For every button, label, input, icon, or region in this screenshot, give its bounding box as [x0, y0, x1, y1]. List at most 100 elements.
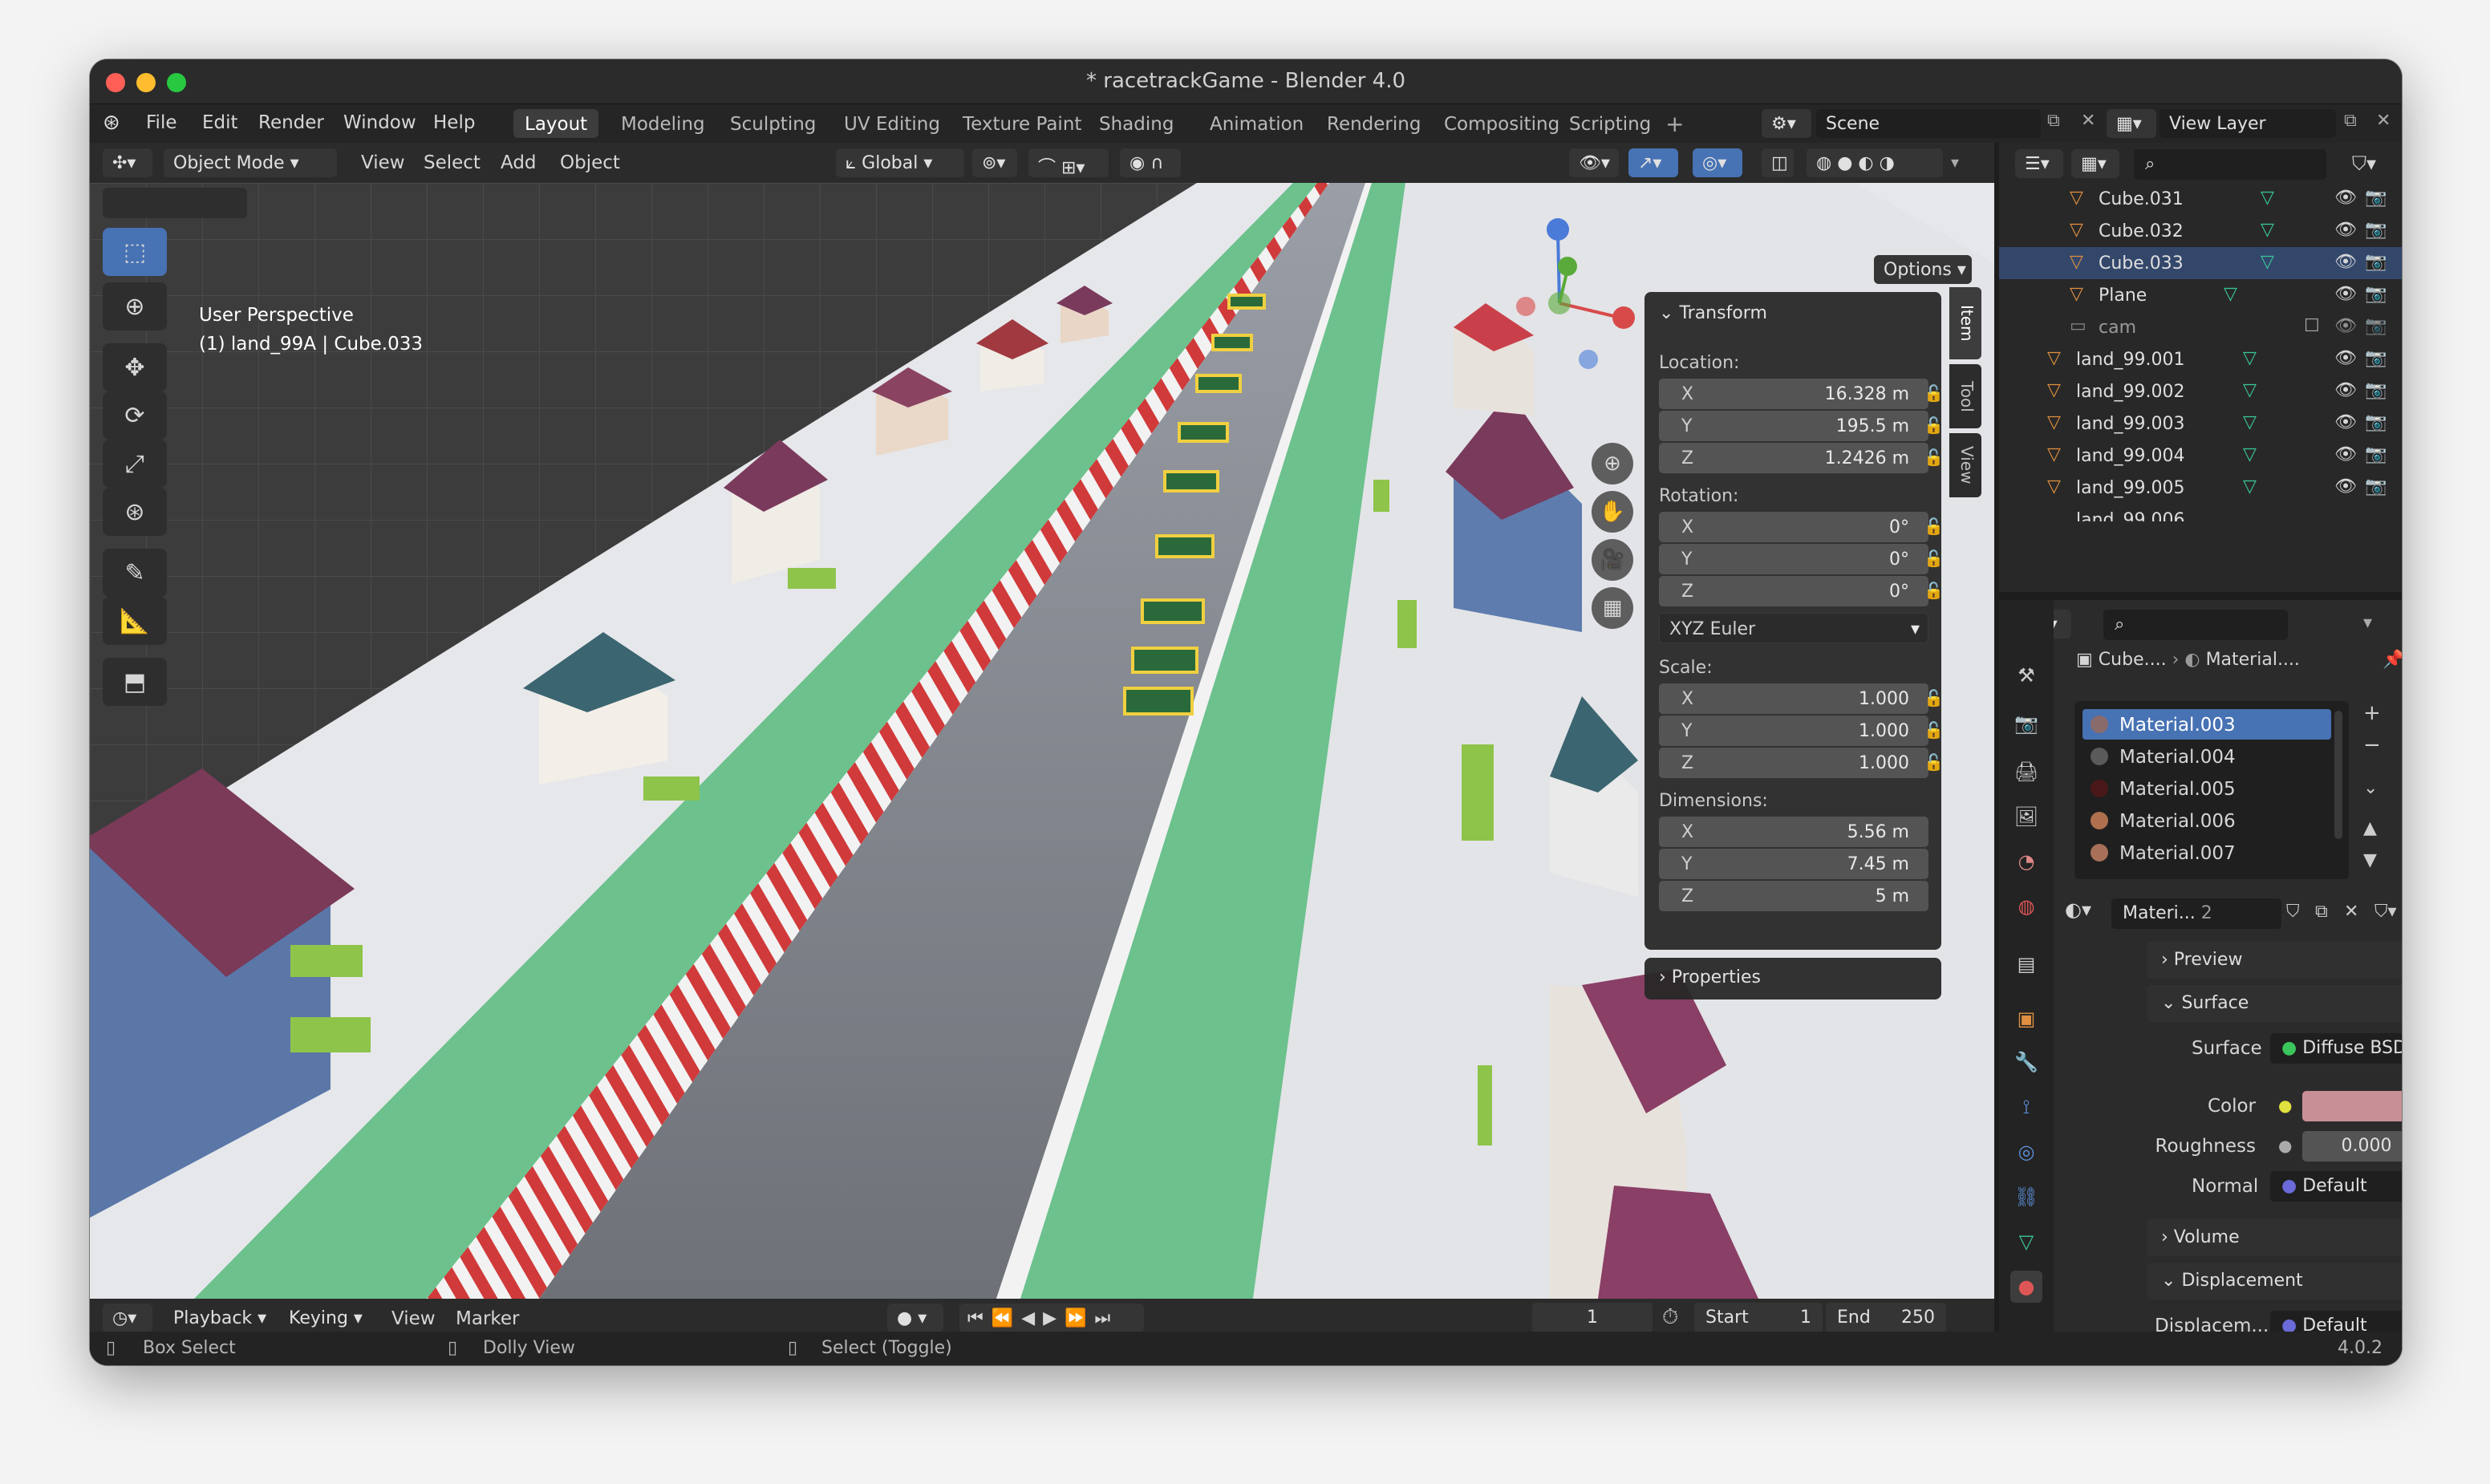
rotation-mode-dropdown[interactable]: XYZ Euler ▾ — [1659, 613, 1928, 643]
eye-icon[interactable]: 👁 — [2334, 188, 2357, 208]
physics-icon[interactable]: ◎ — [2010, 1136, 2042, 1168]
measure-tool[interactable]: 📐 — [103, 597, 167, 645]
rotation-x-field[interactable]: X 0° — [1659, 512, 1928, 542]
dimensions-x-field[interactable]: X 5.56 m — [1659, 817, 1928, 847]
tab-layout[interactable]: Layout — [513, 109, 599, 138]
camera-icon[interactable]: 📷 — [2365, 252, 2387, 272]
new-view-layer-icon[interactable]: ⧉ — [2344, 111, 2357, 131]
camera-icon[interactable]: 📷 — [2365, 444, 2387, 464]
particles-icon[interactable]: ⟟ — [2010, 1091, 2042, 1123]
header-menu-object[interactable]: Object — [560, 152, 620, 173]
add-slot-icon[interactable]: + — [2363, 701, 2381, 725]
eye-icon[interactable]: 👁 — [2334, 220, 2357, 240]
rotate-tool[interactable]: ⟳ — [103, 391, 167, 440]
material-slot[interactable]: Material.006 — [2082, 805, 2331, 836]
sidebar-tab-view[interactable]: View — [1949, 433, 1981, 497]
location-y-field[interactable]: Y 195.5 m — [1659, 411, 1928, 441]
outliner-row[interactable]: ▽ land_99.004 ▽ 👁 📷 — [1999, 440, 2402, 472]
scale-x-field[interactable]: X 1.000 — [1659, 683, 1928, 714]
lock-icon[interactable]: 🔓 — [1924, 416, 1945, 436]
move-tool[interactable]: ✥ — [103, 343, 167, 391]
gizmo-icon[interactable]: ↗▾ — [1628, 148, 1678, 177]
scale-z-field[interactable]: Z 1.000 — [1659, 748, 1928, 778]
playback-menu[interactable]: Playback ▾ — [164, 1304, 274, 1332]
lock-icon[interactable]: 🔓 — [1924, 581, 1945, 602]
lock-icon[interactable]: 🔓 — [1924, 448, 1945, 468]
keying-menu[interactable]: Keying ▾ — [279, 1304, 375, 1332]
menu-edit[interactable]: Edit — [202, 112, 238, 133]
world-icon[interactable]: ◍ — [2010, 890, 2042, 922]
roughness-socket-icon[interactable]: ● — [2278, 1136, 2292, 1155]
eye-icon[interactable]: 👁 — [2334, 444, 2357, 464]
properties-search-input[interactable]: ⌕ — [2103, 610, 2288, 640]
outliner-row[interactable]: ▽ land_99.003 ▽ 👁 📷 — [1999, 407, 2402, 440]
location-x-field[interactable]: X 16.328 m — [1659, 379, 1928, 409]
view-layer-icon[interactable]: 🖼 — [2010, 801, 2042, 833]
roughness-field[interactable]: 0.000 — [2302, 1131, 2402, 1162]
tab-scripting[interactable]: Scripting — [1558, 109, 1662, 138]
camera-icon[interactable]: 📷 — [2365, 220, 2387, 240]
eye-icon[interactable]: 👁 — [2334, 380, 2357, 400]
menu-file[interactable]: File — [146, 112, 177, 133]
tab-compositing[interactable]: Compositing — [1433, 109, 1571, 138]
scene-field[interactable]: Scene — [1816, 109, 2041, 138]
auto-keying-icon[interactable]: ● ▾ — [887, 1304, 943, 1332]
material-slot-selected[interactable]: Material.003 — [2082, 709, 2331, 740]
tab-sculpting[interactable]: Sculpting — [719, 109, 827, 138]
menu-help[interactable]: Help — [433, 112, 475, 133]
add-workspace-icon[interactable]: + — [1665, 111, 1684, 137]
scene-selector-icon[interactable]: ⚙▾ — [1762, 109, 1811, 138]
menu-render[interactable]: Render — [258, 112, 324, 133]
material-slot[interactable]: Material.005 — [2082, 773, 2331, 804]
header-menu-view[interactable]: View — [361, 152, 405, 173]
eye-icon[interactable]: 👁 — [2334, 252, 2357, 272]
outliner-row-selected[interactable]: ▽ Cube.033 ▽ 👁 📷 — [1999, 247, 2402, 279]
tab-uv-editing[interactable]: UV Editing — [833, 109, 951, 138]
tab-rendering[interactable]: Rendering — [1316, 109, 1432, 138]
pin-icon[interactable]: 📌 — [2383, 650, 2402, 670]
outliner-row[interactable]: ▽ land_99.001 ▽ 👁 📷 — [1999, 343, 2402, 375]
camera-view-icon[interactable]: 🎥 — [1592, 539, 1633, 581]
header-menu-select[interactable]: Select — [424, 152, 481, 173]
orientation-dropdown[interactable]: ⟀ Global ▾ — [836, 148, 964, 177]
properties-subpanel[interactable]: › Properties — [1644, 958, 1941, 999]
constraints-icon[interactable]: ⛓ — [2010, 1181, 2042, 1213]
outliner-row[interactable]: ▽ land_99.002 ▽ 👁 📷 — [1999, 375, 2402, 407]
filter-icon[interactable]: ⛉▾ — [2352, 152, 2376, 175]
eye-icon[interactable]: 👁 — [2334, 412, 2357, 432]
editor-type-icon[interactable]: ✣▾ — [103, 148, 152, 177]
annotate-tool[interactable]: ✎ — [103, 549, 167, 597]
scale-y-field[interactable]: Y 1.000 — [1659, 716, 1928, 746]
camera-icon[interactable]: 📷 — [2365, 284, 2387, 304]
outliner-editor-icon[interactable]: ☰▾ — [2015, 149, 2063, 178]
transform-header[interactable]: ⌄ Transform — [1659, 303, 1767, 323]
surface-shader-field[interactable]: ● Diffuse BSDF — [2270, 1033, 2402, 1064]
outliner-row[interactable]: ▽ Cube.032 ▽ 👁 📷 — [1999, 215, 2402, 247]
outliner-row[interactable]: land_99.006 — [1999, 504, 2402, 521]
unlink-material-icon[interactable]: ✕ — [2344, 902, 2358, 922]
lock-icon[interactable]: 🔓 — [1924, 549, 1945, 570]
modifier-icon[interactable]: 🔧 — [2010, 1046, 2042, 1078]
outliner-search-input[interactable]: ⌕ — [2134, 149, 2326, 180]
dimensions-y-field[interactable]: Y 7.45 m — [1659, 849, 1928, 879]
selection-modes-icon[interactable] — [103, 188, 247, 218]
proportional-edit-icon[interactable]: ◉ ∩ — [1120, 148, 1181, 177]
location-z-field[interactable]: Z 1.2426 m — [1659, 443, 1928, 473]
lock-icon[interactable]: 🔓 — [1924, 720, 1945, 741]
select-box-tool[interactable]: ⬚ — [103, 228, 167, 276]
overlay-icon[interactable]: ◎▾ — [1693, 148, 1742, 177]
menu-window[interactable]: Window — [343, 112, 416, 133]
tab-shading[interactable]: Shading — [1088, 109, 1185, 138]
tool-settings-icon[interactable]: ⚒ — [2010, 659, 2042, 691]
color-swatch[interactable] — [2302, 1091, 2402, 1121]
material-slot[interactable]: Material.004 — [2082, 741, 2331, 772]
blender-logo-icon[interactable]: ⊛ — [103, 111, 128, 136]
material-slot[interactable]: Material.007 — [2082, 837, 2331, 868]
timeline-menu-marker[interactable]: Marker — [456, 1308, 520, 1329]
camera-icon[interactable]: 📷 — [2365, 188, 2387, 208]
camera-icon[interactable]: 📷 — [2365, 380, 2387, 400]
fake-user-shield-icon[interactable]: ⛉ — [2286, 902, 2300, 922]
displacement-panel-header[interactable]: ⌄ Displacement — [2147, 1263, 2402, 1300]
start-frame-field[interactable]: Start 1 — [1694, 1303, 1823, 1333]
tab-modeling[interactable]: Modeling — [610, 109, 716, 138]
